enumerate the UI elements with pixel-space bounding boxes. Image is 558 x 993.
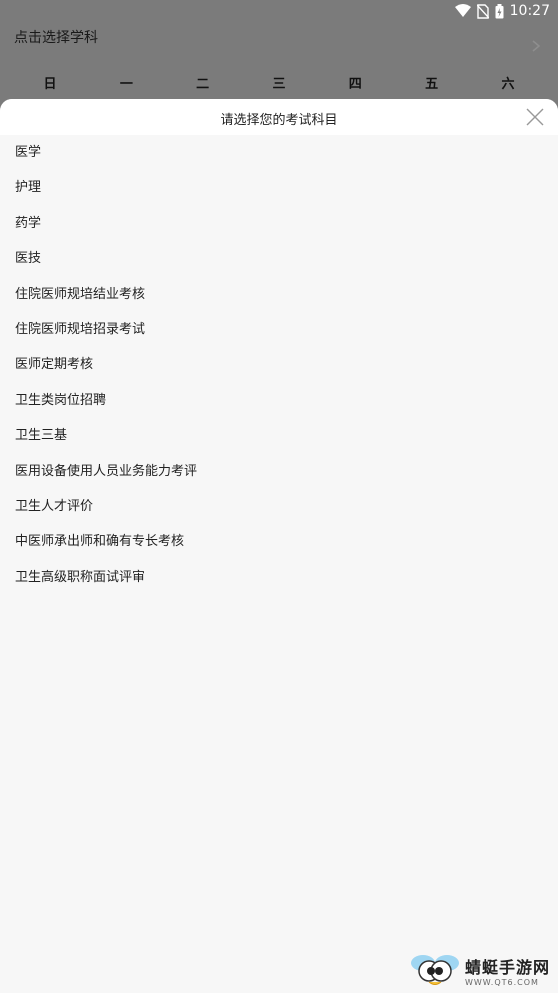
subject-item-health-job-recruitment[interactable]: 卫生类岗位招聘 [0, 383, 558, 418]
subject-item-equipment-operator-evaluation[interactable]: 医用设备使用人员业务能力考评 [0, 454, 558, 489]
close-icon[interactable] [526, 108, 544, 126]
sheet-title: 请选择您的考试科目 [220, 113, 338, 128]
subject-item-residency-recruitment[interactable]: 住院医师规培招录考试 [0, 312, 558, 347]
subject-picker-sheet: 请选择您的考试科目 医学 护理 药学 医技 住院医师规培结业考核 住院医师规培招… [0, 99, 558, 993]
weekday-tue: 二 [196, 77, 210, 92]
subject-item-health-three-basics[interactable]: 卫生三基 [0, 418, 558, 453]
subject-item-senior-title-interview[interactable]: 卫生高级职称面试评审 [0, 560, 558, 595]
subject-item-tcm-apprenticeship[interactable]: 中医师承出师和确有专长考核 [0, 524, 558, 559]
sheet-header: 请选择您的考试科目 [0, 99, 558, 135]
subject-item-residency-completion[interactable]: 住院医师规培结业考核 [0, 277, 558, 312]
subject-item-physician-periodic-assessment[interactable]: 医师定期考核 [0, 347, 558, 382]
chevron-right-icon [532, 40, 541, 52]
subject-item-medicine[interactable]: 医学 [0, 135, 558, 170]
weekday-wed: 三 [272, 77, 286, 92]
status-time: 10:27 [509, 3, 550, 19]
watermark-text: 蜻蜓手游网 WWW.QT6.COM [465, 954, 550, 987]
no-sim-icon [476, 3, 489, 19]
status-icons: 10:27 [454, 3, 550, 19]
weekday-header: 日 一 二 三 四 五 六 [0, 73, 558, 93]
status-bar: 10:27 [0, 0, 558, 24]
subject-item-pharmacy[interactable]: 药学 [0, 206, 558, 241]
subject-item-medical-tech[interactable]: 医技 [0, 241, 558, 276]
battery-icon [495, 3, 504, 18]
weekday-sun: 日 [43, 77, 57, 92]
weekday-mon: 一 [119, 77, 133, 92]
subject-list: 医学 护理 药学 医技 住院医师规培结业考核 住院医师规培招录考试 医师定期考核… [0, 135, 558, 595]
weekday-thu: 四 [348, 77, 362, 92]
weekday-fri: 五 [425, 77, 439, 92]
weekday-sat: 六 [501, 77, 515, 92]
select-subject-title: 点击选择学科 [14, 30, 98, 46]
wifi-icon [454, 4, 471, 17]
watermark: 蜻蜓手游网 WWW.QT6.COM [409, 953, 550, 987]
watermark-url: WWW.QT6.COM [464, 977, 539, 987]
subject-item-nursing[interactable]: 护理 [0, 170, 558, 205]
dragonfly-mascot-icon [410, 955, 459, 985]
watermark-name: 蜻蜓手游网 [464, 957, 550, 977]
subject-item-health-talent-evaluation[interactable]: 卫生人才评价 [0, 489, 558, 524]
